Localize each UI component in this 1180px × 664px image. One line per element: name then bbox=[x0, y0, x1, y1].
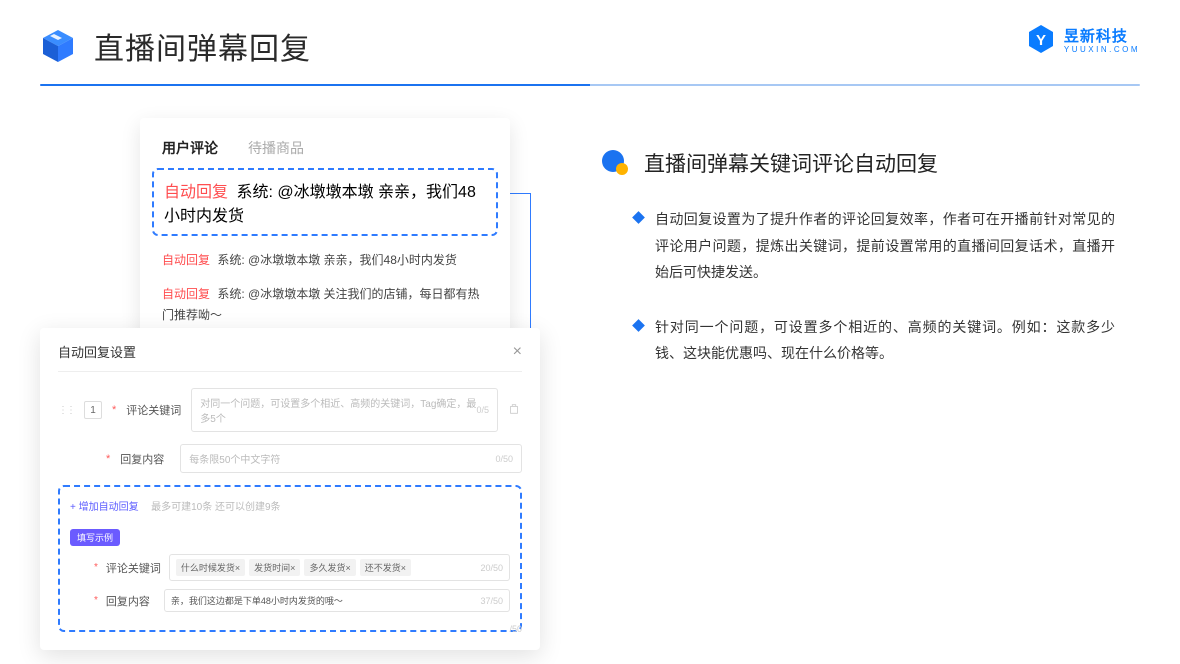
bullet-item: 针对同一个问题，可设置多个相近的、高频的关键词。例如：这款多少钱、这块能优惠吗、… bbox=[600, 314, 1140, 367]
add-auto-reply-link[interactable]: + 增加自动回复 bbox=[70, 502, 139, 513]
settings-title: 自动回复设置 bbox=[58, 342, 136, 361]
comment-row: 自动回复 系统: @冰墩墩本墩 关注我们的店铺，每日都有热门推荐呦～ bbox=[162, 284, 488, 325]
left-column: 用户评论 待播商品 自动回复 系统: @冰墩墩本墩 亲亲，我们48小时内发货 自… bbox=[40, 118, 560, 395]
page-header: 直播间弹幕回复 Y 昱新科技 YUUXIN.COM bbox=[0, 0, 1180, 68]
logo-text-en: YUUXIN.COM bbox=[1064, 46, 1140, 54]
keyword-chip[interactable]: 多久发货× bbox=[304, 559, 355, 576]
content-label: 回复内容 bbox=[120, 451, 170, 467]
required-star-icon: * bbox=[106, 453, 110, 465]
page-title: 直播间弹幕回复 bbox=[94, 24, 311, 68]
content-placeholder: 每条限50个中文字符 bbox=[189, 451, 280, 466]
keyword-chip[interactable]: 什么时候发货× bbox=[176, 559, 245, 576]
bullet-item: 自动回复设置为了提升作者的评论回复效率，作者可在开播前针对常见的评论用户问题，提… bbox=[600, 206, 1140, 286]
right-column: 直播间弹幕关键词评论自动回复 自动回复设置为了提升作者的评论回复效率，作者可在开… bbox=[600, 118, 1140, 395]
diamond-bullet-icon bbox=[632, 319, 645, 332]
example-content-label: 回复内容 bbox=[106, 593, 156, 609]
header-divider bbox=[40, 84, 1140, 86]
example-content-input[interactable]: 亲，我们这边都是下单48小时内发货的哦～ 37/50 bbox=[164, 589, 510, 612]
keyword-row: ⋮⋮ 1 * 评论关键词 对同一个问题，可设置多个相近、高频的关键词，Tag确定… bbox=[58, 388, 522, 432]
required-star-icon: * bbox=[112, 404, 116, 416]
auto-reply-settings-panel: 自动回复设置 × ⋮⋮ 1 * 评论关键词 对同一个问题，可设置多个相近、高频的… bbox=[40, 328, 540, 650]
tab-user-comments[interactable]: 用户评论 bbox=[162, 138, 218, 158]
required-star-icon: * bbox=[94, 562, 98, 573]
add-hint: 最多可建10条 还可以创建9条 bbox=[151, 502, 280, 513]
chat-bubble-icon bbox=[600, 148, 630, 178]
bullet-text: 自动回复设置为了提升作者的评论回复效率，作者可在开播前针对常见的评论用户问题，提… bbox=[655, 206, 1115, 286]
diamond-bullet-icon bbox=[632, 211, 645, 224]
drag-handle-icon[interactable]: ⋮⋮ bbox=[58, 405, 74, 416]
example-keyword-row: * 评论关键词 什么时候发货× 发货时间× 多久发货× 还不发货× 20/50 bbox=[70, 554, 510, 581]
auto-reply-tag: 自动回复 bbox=[162, 287, 210, 301]
example-content-counter: 37/50 bbox=[480, 596, 503, 606]
auto-reply-tag: 自动回复 bbox=[162, 253, 210, 267]
close-icon[interactable]: × bbox=[513, 343, 522, 361]
example-kw-label: 评论关键词 bbox=[106, 560, 161, 576]
required-star-icon: * bbox=[94, 595, 98, 606]
logo-text-cn: 昱新科技 bbox=[1064, 29, 1140, 44]
example-keyword-input[interactable]: 什么时候发货× 发货时间× 多久发货× 还不发货× 20/50 bbox=[169, 554, 510, 581]
content-input[interactable]: 每条限50个中文字符 0/50 bbox=[180, 444, 522, 473]
cube-icon bbox=[40, 28, 76, 64]
svg-text:Y: Y bbox=[1036, 32, 1046, 49]
comments-tabs: 用户评论 待播商品 bbox=[162, 138, 488, 158]
logo-mark-icon: Y bbox=[1026, 24, 1056, 59]
brand-logo: Y 昱新科技 YUUXIN.COM bbox=[1026, 24, 1140, 59]
keyword-chip[interactable]: 还不发货× bbox=[360, 559, 411, 576]
keyword-label: 评论关键词 bbox=[126, 402, 181, 418]
delete-icon[interactable] bbox=[508, 403, 522, 418]
keyword-counter: 0/5 bbox=[476, 405, 489, 415]
content-counter: 0/50 bbox=[495, 454, 513, 464]
section-header: 直播间弹幕关键词评论自动回复 bbox=[600, 148, 1140, 178]
example-badge: 填写示例 bbox=[70, 529, 120, 546]
example-block-highlight: + 增加自动回复 最多可建10条 还可以创建9条 填写示例 * 评论关键词 什么… bbox=[58, 485, 522, 632]
content-row: * 回复内容 每条限50个中文字符 0/50 bbox=[58, 444, 522, 473]
tab-pending-products[interactable]: 待播商品 bbox=[248, 138, 304, 158]
connector-line bbox=[510, 193, 530, 194]
example-content-value: 亲，我们这边都是下单48小时内发货的哦～ bbox=[171, 594, 343, 607]
comment-row: 自动回复 系统: @冰墩墩本墩 亲亲，我们48小时内发货 bbox=[162, 250, 488, 270]
auto-reply-tag: 自动回复 bbox=[164, 184, 228, 201]
example-kw-counter: 20/50 bbox=[480, 563, 503, 573]
comment-text: 系统: @冰墩墩本墩 亲亲，我们48小时内发货 bbox=[217, 253, 457, 267]
section-title: 直播间弹幕关键词评论自动回复 bbox=[644, 148, 938, 178]
keyword-chip[interactable]: 发货时间× bbox=[249, 559, 300, 576]
row-index: 1 bbox=[84, 401, 102, 419]
bullet-text: 针对同一个问题，可设置多个相近的、高频的关键词。例如：这款多少钱、这块能优惠吗、… bbox=[655, 314, 1115, 367]
keyword-input[interactable]: 对同一个问题，可设置多个相近、高频的关键词，Tag确定，最多5个 0/5 bbox=[191, 388, 498, 432]
example-content-row: * 回复内容 亲，我们这边都是下单48小时内发货的哦～ 37/50 bbox=[70, 589, 510, 612]
keyword-placeholder: 对同一个问题，可设置多个相近、高频的关键词，Tag确定，最多5个 bbox=[200, 395, 476, 425]
highlighted-comment: 自动回复 系统: @冰墩墩本墩 亲亲，我们48小时内发货 bbox=[152, 168, 498, 236]
trailing-counter: /50 bbox=[509, 624, 522, 634]
